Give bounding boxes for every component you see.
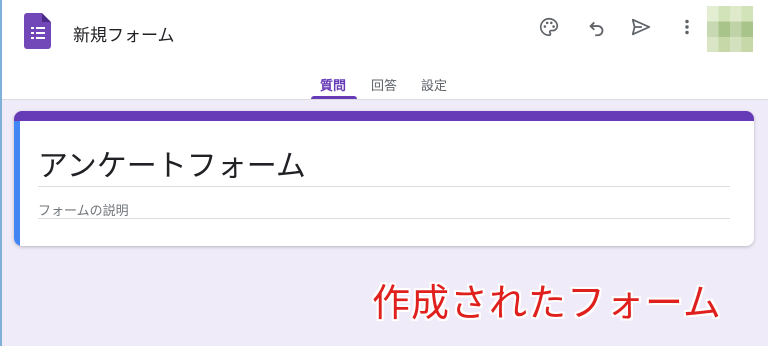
forms-logo-icon[interactable] bbox=[24, 13, 51, 49]
card-focus-indicator bbox=[14, 121, 20, 246]
tab-responses[interactable]: 回答 bbox=[371, 75, 397, 94]
avatar[interactable] bbox=[707, 6, 753, 52]
form-title-card: アンケートフォーム フォームの説明 bbox=[14, 111, 754, 246]
active-tab-indicator bbox=[311, 96, 357, 99]
window-edge bbox=[0, 0, 2, 346]
more-vert-icon[interactable] bbox=[674, 14, 700, 40]
form-title-input[interactable]: アンケートフォーム bbox=[38, 141, 306, 185]
app-header: 新規フォーム 質問 回答 設定 bbox=[0, 0, 768, 100]
annotation-caption: 作成されたフォーム bbox=[372, 281, 722, 325]
palette-icon[interactable] bbox=[536, 14, 562, 40]
card-accent-bar bbox=[14, 111, 754, 121]
send-icon[interactable] bbox=[628, 14, 654, 40]
undo-icon[interactable] bbox=[584, 14, 610, 40]
form-description-input[interactable]: フォームの説明 bbox=[38, 200, 129, 219]
divider bbox=[38, 186, 730, 187]
divider bbox=[38, 218, 730, 219]
document-title[interactable]: 新規フォーム bbox=[73, 21, 175, 46]
tab-settings[interactable]: 設定 bbox=[421, 75, 447, 94]
tab-questions[interactable]: 質問 bbox=[320, 75, 346, 94]
